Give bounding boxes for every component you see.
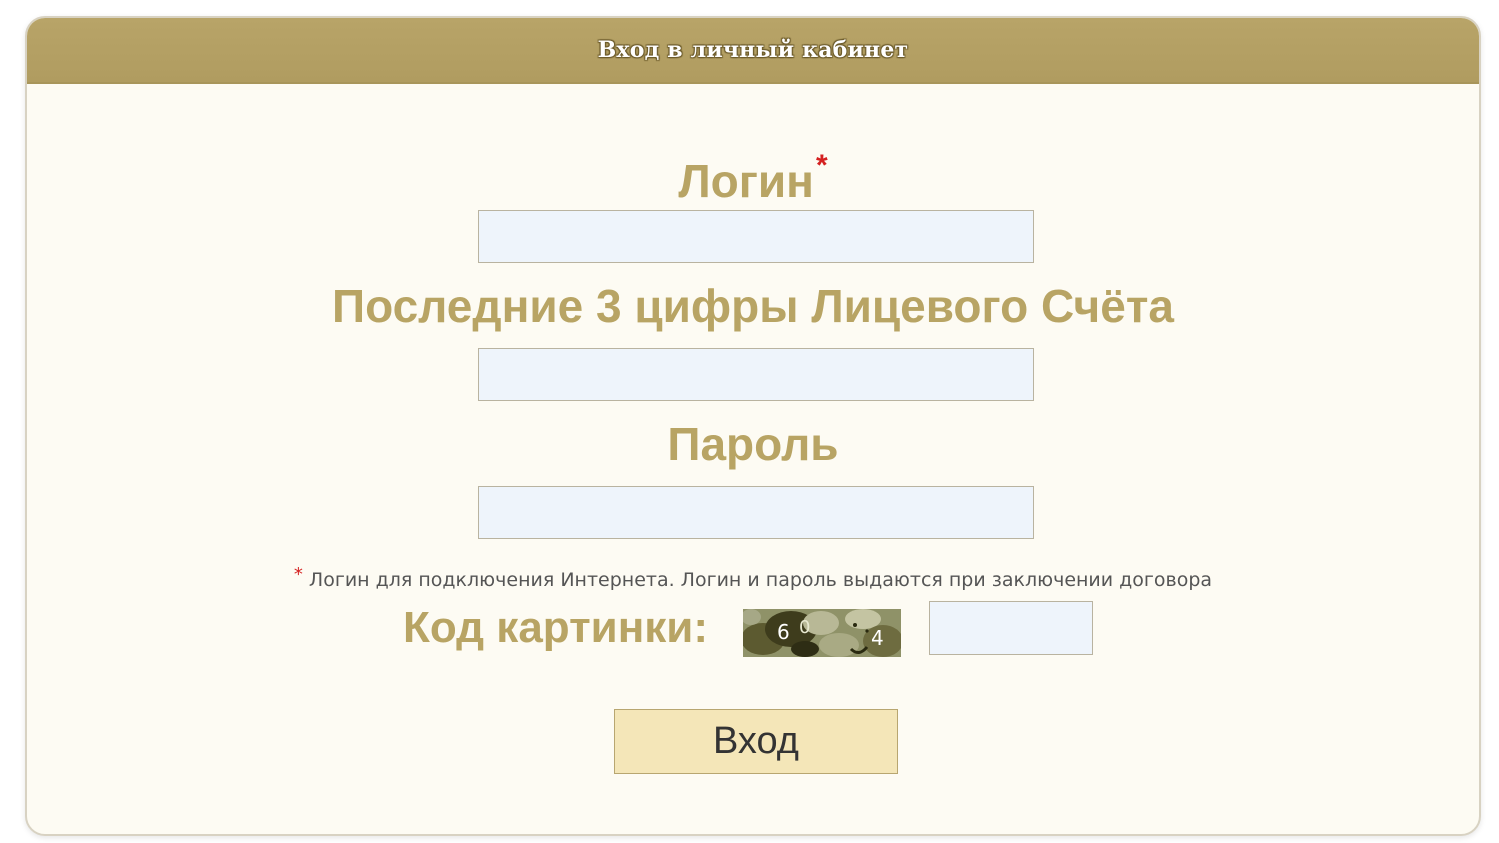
captcha-char-2: 0 [799, 617, 810, 638]
panel-header: Вход в личный кабинет [27, 18, 1479, 84]
account-digits-label: Последние 3 цифры Лицевого Счёта [332, 280, 1174, 332]
captcha-row: Код картинки: 6 0 4 [27, 601, 1479, 657]
login-note: * Логин для подключения Интернета. Логин … [27, 564, 1479, 591]
captcha-input[interactable] [929, 601, 1093, 655]
note-text: Логин для подключения Интернета. Логин и… [308, 569, 1213, 591]
captcha-char-1: 6 [777, 620, 790, 644]
password-label: Пароль [667, 418, 839, 470]
captcha-label: Код картинки: [403, 603, 708, 652]
captcha-char-3: 4 [871, 626, 884, 650]
login-submit-button[interactable]: Вход [614, 709, 898, 774]
note-star: * [293, 564, 303, 585]
password-input[interactable] [478, 486, 1034, 539]
login-input[interactable] [478, 210, 1034, 263]
login-panel: Вход в личный кабинет Логин* Последние 3… [25, 16, 1481, 836]
login-label: Логин* [27, 140, 1479, 207]
captcha-image: 6 0 4 [743, 609, 901, 657]
required-star: * [815, 149, 828, 182]
login-label-text: Логин [678, 155, 814, 207]
account-digits-input[interactable] [478, 348, 1034, 401]
panel-title: Вход в личный кабинет [597, 37, 909, 63]
